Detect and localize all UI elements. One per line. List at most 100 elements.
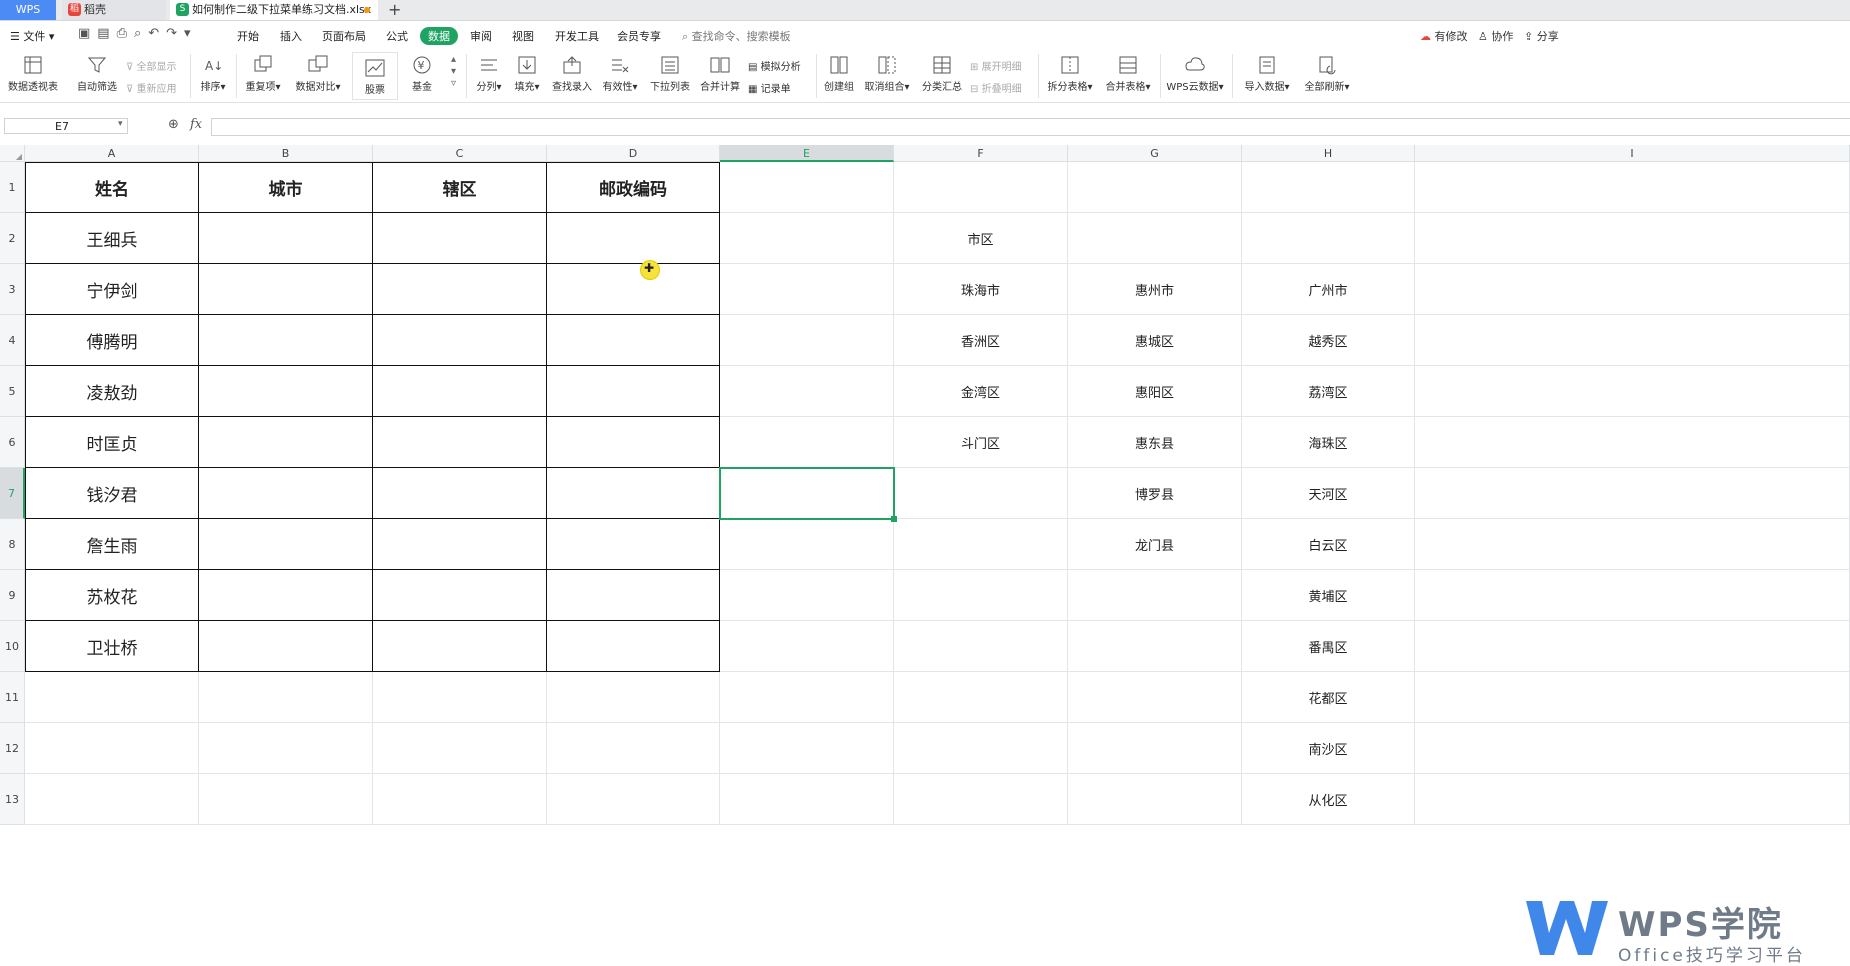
- menu-member[interactable]: 会员专享: [617, 28, 661, 44]
- cell-f5[interactable]: 金湾区: [894, 366, 1068, 417]
- cell-h4[interactable]: 越秀区: [1242, 315, 1415, 366]
- tab-document[interactable]: S 如何制作二级下拉菜单练习文档.xlsx: [170, 0, 378, 20]
- cell-f7[interactable]: [894, 468, 1068, 519]
- column-header-g[interactable]: G: [1068, 145, 1242, 162]
- cell-b11[interactable]: [199, 672, 373, 723]
- cell-h6[interactable]: 海珠区: [1242, 417, 1415, 468]
- name-box[interactable]: E7: [4, 118, 128, 134]
- cell-b7[interactable]: [199, 468, 373, 519]
- record-form-button[interactable]: ▦ 记录单: [748, 80, 791, 95]
- cell-e11[interactable]: [720, 672, 894, 723]
- row-header-7[interactable]: 7: [0, 468, 25, 519]
- menu-view[interactable]: 视图: [512, 28, 534, 44]
- cell-e5[interactable]: [720, 366, 894, 417]
- cell-g8[interactable]: 龙门县: [1068, 519, 1242, 570]
- cell-h9[interactable]: 黄埔区: [1242, 570, 1415, 621]
- cell-b4[interactable]: [199, 315, 373, 366]
- cell-c8[interactable]: [373, 519, 547, 570]
- cell-b1[interactable]: 城市: [199, 162, 373, 213]
- cell-d5[interactable]: [547, 366, 720, 417]
- cell-i6[interactable]: [1415, 417, 1850, 468]
- cell-f10[interactable]: [894, 621, 1068, 672]
- cell-i11[interactable]: [1415, 672, 1850, 723]
- menu-developer[interactable]: 开发工具: [555, 28, 599, 44]
- cell-b5[interactable]: [199, 366, 373, 417]
- cell-h2[interactable]: [1242, 213, 1415, 264]
- select-all-corner[interactable]: ◢: [0, 145, 25, 162]
- row-header-9[interactable]: 9: [0, 570, 25, 621]
- split-table-button[interactable]: 拆分表格▾: [1044, 50, 1096, 93]
- cell-e6[interactable]: [720, 417, 894, 468]
- cell-d11[interactable]: [547, 672, 720, 723]
- cell-c9[interactable]: [373, 570, 547, 621]
- dropdown-list-button[interactable]: 下拉列表: [648, 50, 692, 93]
- cell-i1[interactable]: [1415, 162, 1850, 213]
- cell-c10[interactable]: [373, 621, 547, 672]
- cell-g2[interactable]: [1068, 213, 1242, 264]
- cell-e12[interactable]: [720, 723, 894, 774]
- cell-c4[interactable]: [373, 315, 547, 366]
- cell-h12[interactable]: 南沙区: [1242, 723, 1415, 774]
- sort-button[interactable]: A↓ 排序▾: [196, 50, 230, 93]
- duplicates-button[interactable]: 重复项▾: [242, 50, 284, 93]
- cell-i4[interactable]: [1415, 315, 1850, 366]
- fill-handle[interactable]: [891, 516, 897, 522]
- tab-daoke[interactable]: 稻 稻壳: [62, 0, 166, 20]
- row-header-4[interactable]: 4: [0, 315, 25, 366]
- cell-d7[interactable]: [547, 468, 720, 519]
- column-header-c[interactable]: C: [373, 145, 547, 162]
- cell-c13[interactable]: [373, 774, 547, 825]
- column-header-b[interactable]: B: [199, 145, 373, 162]
- what-if-analysis-button[interactable]: ▤ 模拟分析: [748, 58, 801, 73]
- reapply-button[interactable]: ⊽ 重新应用: [126, 80, 177, 95]
- cell-a7[interactable]: 钱汐君: [25, 468, 199, 519]
- menu-file[interactable]: ☰ 文件 ▾: [10, 28, 54, 44]
- row-header-5[interactable]: 5: [0, 366, 25, 417]
- cell-e13[interactable]: [720, 774, 894, 825]
- cell-b8[interactable]: [199, 519, 373, 570]
- menu-insert[interactable]: 插入: [280, 28, 302, 44]
- column-header-i[interactable]: I: [1415, 145, 1850, 162]
- cell-a1[interactable]: 姓名: [25, 162, 199, 213]
- cell-c3[interactable]: [373, 264, 547, 315]
- collaborate-button[interactable]: ♙ 协作: [1478, 28, 1513, 44]
- ungroup-button[interactable]: 取消组合▾: [862, 50, 912, 93]
- cell-e10[interactable]: [720, 621, 894, 672]
- wps-cloud-data-button[interactable]: WPS云数据▾: [1164, 50, 1226, 93]
- cell-f3[interactable]: 珠海市: [894, 264, 1068, 315]
- cell-c2[interactable]: [373, 213, 547, 264]
- fx-icon[interactable]: fx: [190, 117, 202, 132]
- cell-f4[interactable]: 香洲区: [894, 315, 1068, 366]
- column-header-e[interactable]: E: [720, 145, 894, 162]
- cell-h5[interactable]: 荔湾区: [1242, 366, 1415, 417]
- cell-i9[interactable]: [1415, 570, 1850, 621]
- cell-e3[interactable]: [720, 264, 894, 315]
- split-column-button[interactable]: 分列▾: [472, 50, 506, 93]
- cell-c1[interactable]: 辖区: [373, 162, 547, 213]
- modified-button[interactable]: ☁ 有修改: [1420, 28, 1468, 44]
- column-header-a[interactable]: A: [25, 145, 199, 162]
- stock-button[interactable]: 股票: [352, 52, 398, 100]
- show-all-button[interactable]: ⊽ 全部显示: [126, 58, 177, 73]
- cell-h13[interactable]: 从化区: [1242, 774, 1415, 825]
- cell-d8[interactable]: [547, 519, 720, 570]
- cell-e1[interactable]: [720, 162, 894, 213]
- cell-h8[interactable]: 白云区: [1242, 519, 1415, 570]
- cell-d3[interactable]: [547, 264, 720, 315]
- cell-f13[interactable]: [894, 774, 1068, 825]
- cell-e9[interactable]: [720, 570, 894, 621]
- cell-b9[interactable]: [199, 570, 373, 621]
- formula-input[interactable]: [211, 118, 1850, 136]
- cell-g12[interactable]: [1068, 723, 1242, 774]
- cell-f9[interactable]: [894, 570, 1068, 621]
- pivot-table-button[interactable]: 数据透视表: [6, 50, 60, 93]
- cell-b2[interactable]: [199, 213, 373, 264]
- tab-wps-home[interactable]: WPS: [0, 0, 56, 20]
- cell-d6[interactable]: [547, 417, 720, 468]
- cell-i3[interactable]: [1415, 264, 1850, 315]
- cell-d10[interactable]: [547, 621, 720, 672]
- row-header-11[interactable]: 11: [0, 672, 25, 723]
- row-header-8[interactable]: 8: [0, 519, 25, 570]
- cell-a6[interactable]: 时匡贞: [25, 417, 199, 468]
- cell-a11[interactable]: [25, 672, 199, 723]
